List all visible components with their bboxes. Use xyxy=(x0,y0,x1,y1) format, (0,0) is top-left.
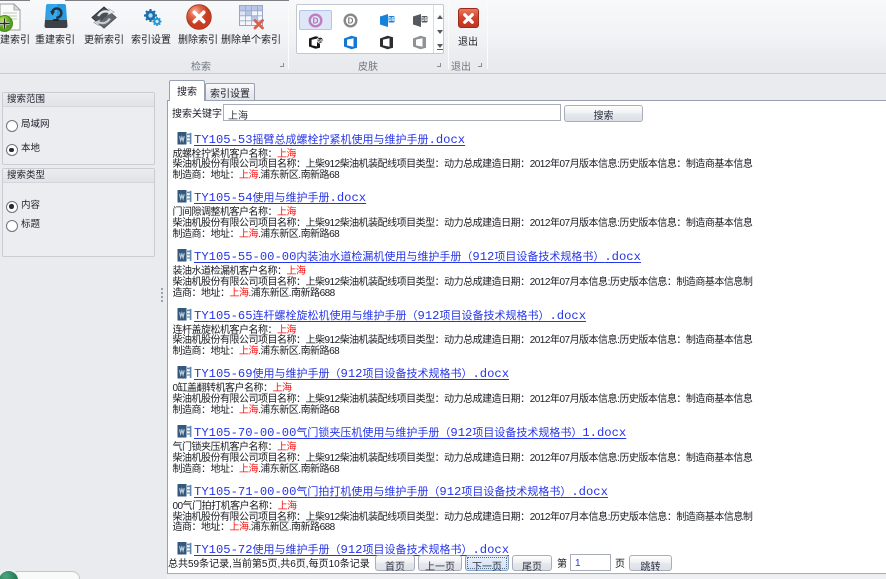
svg-text:16: 16 xyxy=(317,38,323,43)
svg-text:D: D xyxy=(313,16,319,25)
svg-text:D: D xyxy=(348,16,354,25)
svg-text:16: 16 xyxy=(421,17,427,23)
svg-text:16: 16 xyxy=(388,17,394,23)
